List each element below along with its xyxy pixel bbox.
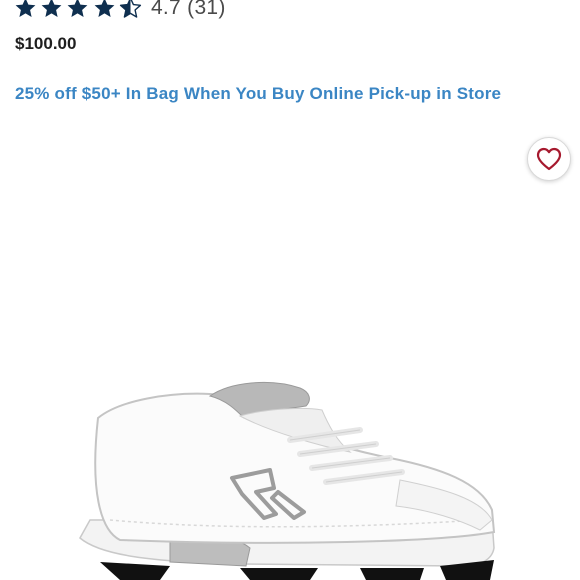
promo-link[interactable]: 25% off $50+ In Bag When You Buy Online … [15, 84, 501, 104]
star-icon [14, 0, 37, 19]
product-price: $100.00 [15, 34, 77, 53]
rating-stars [14, 0, 145, 19]
sneaker-image [79, 381, 496, 580]
heart-icon [536, 147, 562, 171]
star-icon [40, 0, 63, 19]
favorite-button[interactable] [527, 137, 571, 181]
rating-text: 4.7 (31) [150, 0, 226, 19]
star-half-icon [119, 0, 142, 19]
product-rating[interactable]: 4.7 (31) [14, 0, 226, 22]
star-icon [66, 0, 89, 19]
product-image[interactable] [60, 370, 530, 580]
star-icon [93, 0, 116, 19]
